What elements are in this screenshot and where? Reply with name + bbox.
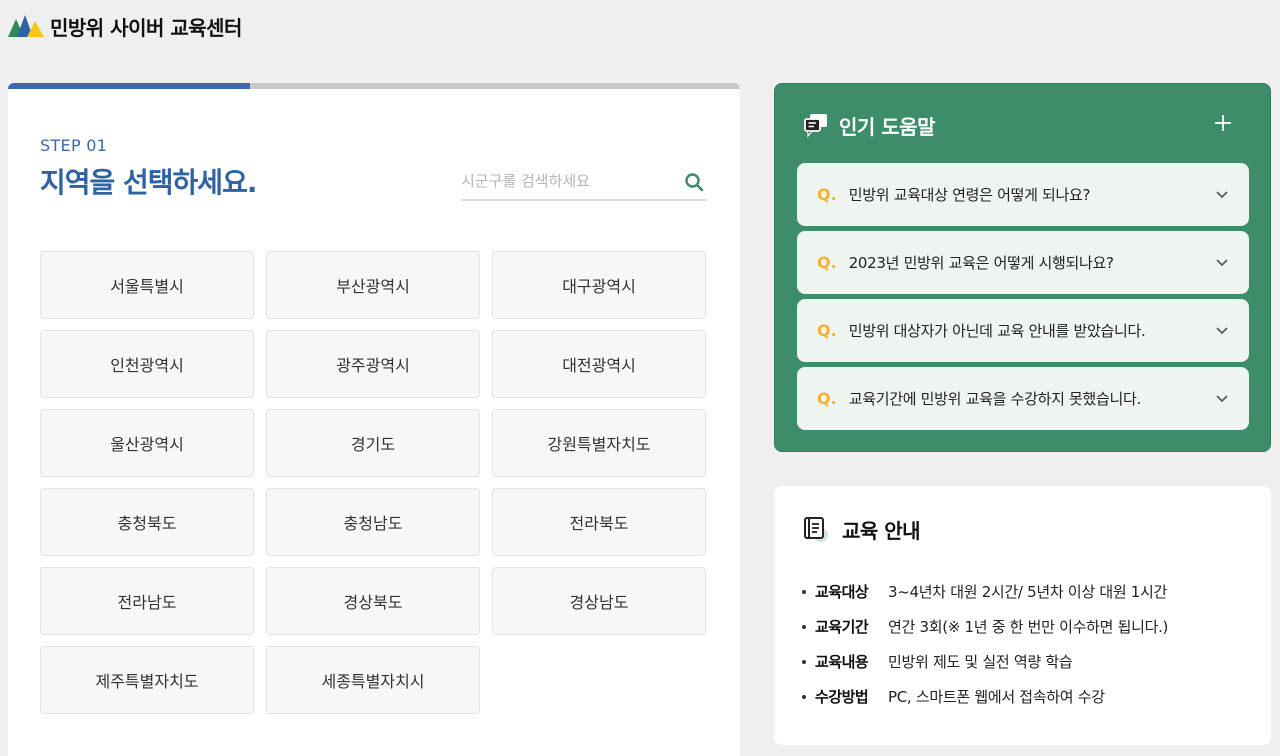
region-button[interactable]: 세종특별자치시 [266, 646, 480, 714]
faq-item[interactable]: Q. 민방위 교육대상 연령은 어떻게 되나요? [797, 163, 1249, 226]
step-progress-bar [8, 83, 740, 89]
education-info-panel: 교육 안내 교육대상 3~4년차 대원 2시간/ 5년차 이상 대원 1시간교육기… [774, 486, 1271, 745]
chevron-down-icon [1216, 395, 1228, 403]
faq-q-marker: Q. [817, 321, 837, 340]
region-button[interactable]: 인천광역시 [40, 330, 254, 398]
help-header: 인기 도움말 [803, 110, 935, 140]
info-value: 3~4년차 대원 2시간/ 5년차 이상 대원 1시간 [888, 583, 1168, 601]
region-button[interactable]: 대전광역시 [492, 330, 706, 398]
info-list: 교육대상 3~4년차 대원 2시간/ 5년차 이상 대원 1시간교육기간 연간 3회… [802, 574, 1168, 714]
chevron-down-icon [1216, 191, 1228, 199]
info-row: 교육대상 3~4년차 대원 2시간/ 5년차 이상 대원 1시간 [802, 574, 1168, 609]
region-button[interactable]: 전라북도 [492, 488, 706, 556]
region-button[interactable]: 충청남도 [266, 488, 480, 556]
region-button[interactable]: 서울특별시 [40, 251, 254, 319]
region-button[interactable]: 전라남도 [40, 567, 254, 635]
info-key: 수강방법 [815, 688, 869, 706]
region-button[interactable]: 경상남도 [492, 567, 706, 635]
region-button[interactable]: 울산광역시 [40, 409, 254, 477]
search-button[interactable] [681, 169, 707, 195]
region-button[interactable]: 광주광역시 [266, 330, 480, 398]
info-value: 민방위 제도 및 실전 역량 학습 [888, 653, 1073, 671]
region-button[interactable]: 부산광역시 [266, 251, 480, 319]
site-header: 민방위 사이버 교육센터 [8, 12, 242, 40]
notebook-icon [804, 517, 828, 542]
bullet-icon [802, 659, 806, 664]
info-title: 교육 안내 [842, 518, 921, 543]
info-key: 교육내용 [815, 653, 869, 671]
faq-question: 교육기간에 민방위 교육을 수강하지 못했습니다. [848, 390, 1142, 408]
faq-item[interactable]: Q. 교육기간에 민방위 교육을 수강하지 못했습니다. [797, 367, 1249, 430]
info-key: 교육대상 [815, 583, 869, 601]
popular-help-panel: 인기 도움말 Q. 민방위 교육대상 연령은 어떻게 되나요? Q. 2023년 민방… [774, 83, 1271, 452]
faq-list: Q. 민방위 교육대상 연령은 어떻게 되나요? Q. 2023년 민방위 교육은 어… [797, 163, 1249, 435]
info-row: 수강방법 PC, 스마트폰 웹에서 접속하여 수강 [802, 679, 1168, 714]
info-value: 연간 3회(※ 1년 중 한 번만 이수하면 됩니다.) [888, 618, 1169, 636]
info-row: 교육기간 연간 3회(※ 1년 중 한 번만 이수하면 됩니다.) [802, 609, 1168, 644]
region-button[interactable]: 대구광역시 [492, 251, 706, 319]
faq-q-marker: Q. [817, 253, 837, 272]
region-button[interactable]: 제주특별자치도 [40, 646, 254, 714]
info-value: PC, 스마트폰 웹에서 접속하여 수강 [888, 688, 1105, 706]
faq-item[interactable]: Q. 2023년 민방위 교육은 어떻게 시행되나요? [797, 231, 1249, 294]
region-grid: 서울특별시 부산광역시 대구광역시인천광역시 광주광역시 대전광역시울산광역시 경기도 강원… [40, 251, 708, 714]
faq-q-marker: Q. [817, 185, 837, 204]
help-title: 인기 도움말 [839, 114, 935, 139]
region-button[interactable]: 충청북도 [40, 488, 254, 556]
info-row: 교육내용 민방위 제도 및 실전 역량 학습 [802, 644, 1168, 679]
bullet-icon [802, 624, 806, 629]
chat-bubbles-icon [804, 114, 827, 138]
step-title: 지역을 선택하세요. [40, 166, 257, 199]
bullet-icon [802, 694, 806, 699]
step-label: STEP 01 [40, 136, 108, 155]
search-icon [685, 173, 704, 192]
region-selection-panel: STEP 01 지역을 선택하세요. 서울특별시부산광역시대구광역시인천광역시광… [8, 83, 740, 756]
mountain-logo-icon[interactable] [8, 15, 44, 37]
region-button[interactable]: 경상북도 [266, 567, 480, 635]
plus-icon [1215, 115, 1231, 131]
region-button[interactable]: 강원특별자치도 [492, 409, 706, 477]
faq-question: 민방위 교육대상 연령은 어떻게 되나요? [848, 186, 1091, 204]
faq-item[interactable]: Q. 민방위 대상자가 아닌데 교육 안내를 받았습니다. [797, 299, 1249, 362]
site-title[interactable]: 민방위 사이버 교육센터 [50, 12, 242, 41]
step-progress-fill [8, 83, 250, 89]
faq-q-marker: Q. [817, 389, 837, 408]
info-header: 교육 안내 [802, 514, 921, 544]
faq-question: 2023년 민방위 교육은 어떻게 시행되나요? [848, 254, 1114, 272]
faq-question: 민방위 대상자가 아닌데 교육 안내를 받았습니다. [848, 322, 1146, 340]
region-button[interactable]: 경기도 [266, 409, 480, 477]
region-search-input[interactable] [461, 165, 671, 197]
chevron-down-icon [1216, 259, 1228, 267]
help-more-button[interactable] [1210, 110, 1236, 136]
region-search [461, 165, 707, 201]
bullet-icon [802, 589, 806, 594]
chevron-down-icon [1216, 327, 1228, 335]
info-key: 교육기간 [815, 618, 869, 636]
